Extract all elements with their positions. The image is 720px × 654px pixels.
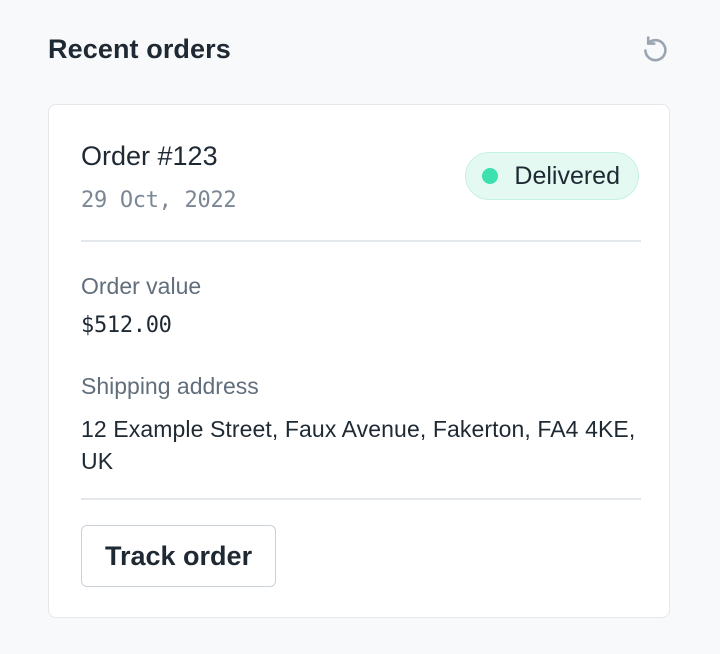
order-date: 29 Oct, 2022	[81, 188, 237, 213]
refresh-button[interactable]	[638, 34, 672, 68]
order-card: Order #123 29 Oct, 2022 Delivered Order …	[48, 104, 670, 618]
shipping-address: 12 Example Street, Faux Avenue, Fakerton…	[81, 416, 636, 474]
track-order-button[interactable]: Track order	[81, 525, 277, 587]
status-dot-icon	[482, 168, 499, 184]
order-title: Order #123	[81, 141, 218, 171]
order-value: $512.00	[81, 313, 172, 338]
shipping-address-label: Shipping address	[81, 373, 259, 399]
divider	[81, 498, 641, 500]
status-badge: Delivered	[465, 152, 639, 200]
recent-orders-panel: Recent orders Order #123 29 Oct, 2022 De…	[0, 0, 720, 654]
order-value-label: Order value	[81, 273, 202, 299]
status-label: Delivered	[514, 161, 620, 190]
refresh-icon	[640, 34, 670, 69]
panel-title: Recent orders	[48, 34, 231, 64]
divider	[81, 240, 641, 242]
panel-header: Recent orders	[48, 30, 672, 74]
